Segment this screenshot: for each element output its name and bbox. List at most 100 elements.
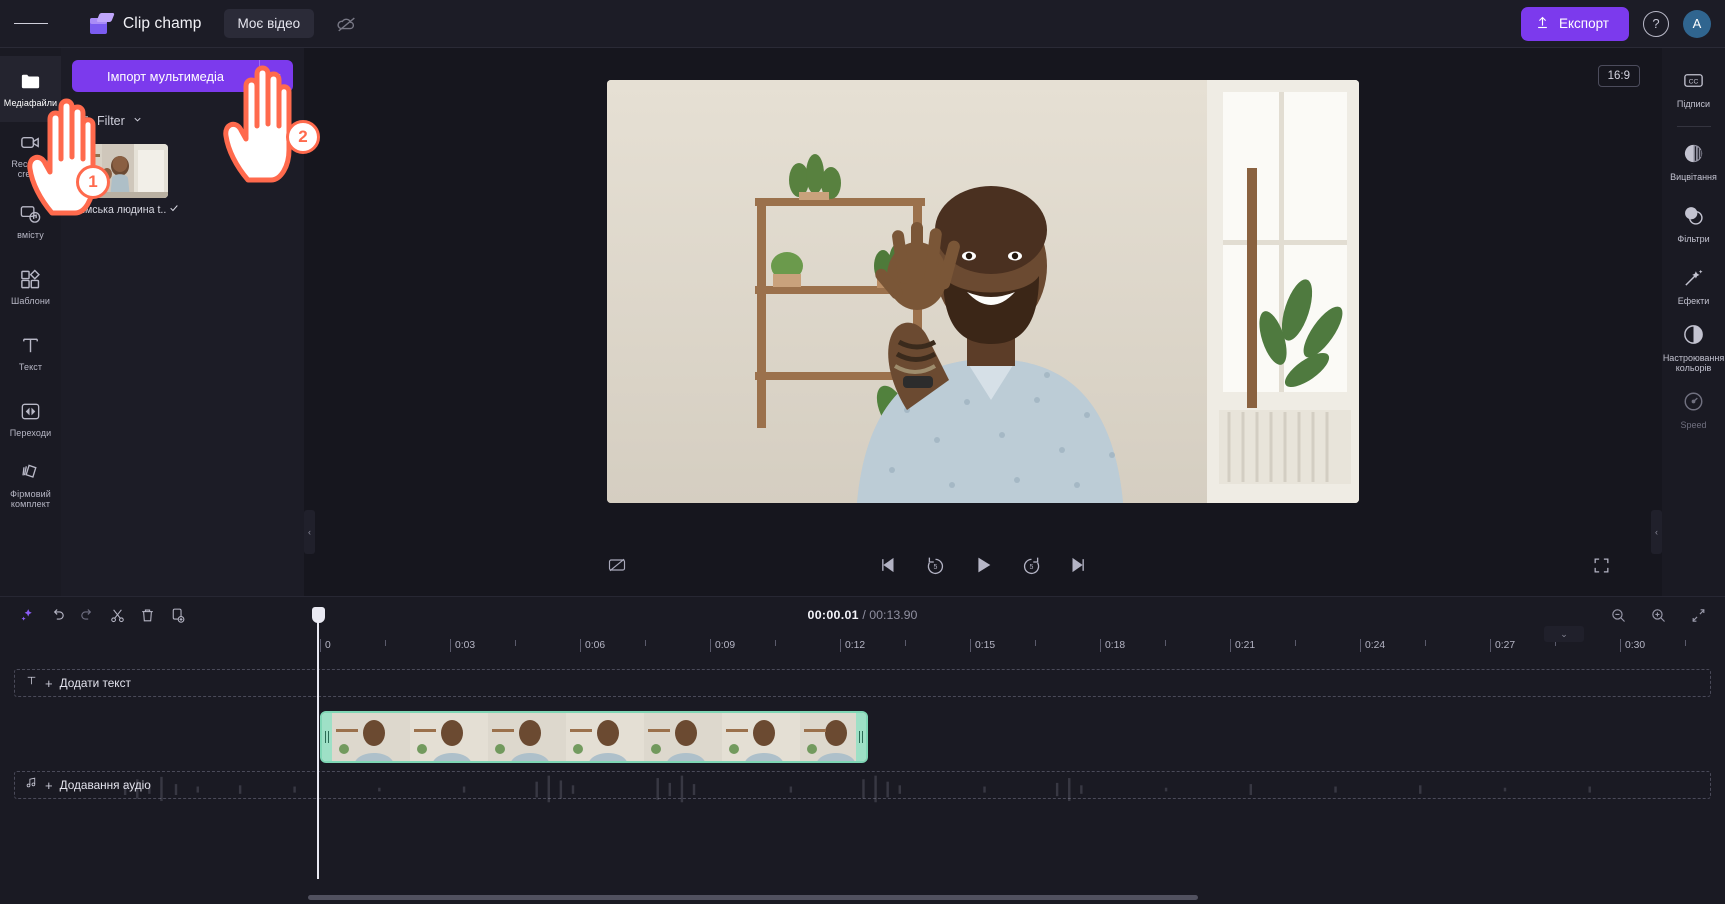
collapse-right-panel-button[interactable]: ‹: [1651, 510, 1662, 554]
project-name-button[interactable]: Моє відео: [223, 9, 315, 38]
templates-icon: [19, 268, 42, 291]
right-item-captions[interactable]: CC Підписи: [1662, 58, 1725, 120]
text-icon: [19, 334, 42, 357]
brand-logo-wrap: Clip champ: [88, 12, 202, 35]
sort-arrows-icon: [274, 112, 289, 130]
add-audio-track[interactable]: + Додавання аудіо: [14, 771, 1711, 803]
annotation-badge-1: 1: [76, 165, 110, 199]
sidebar-item-text[interactable]: Текст: [0, 320, 61, 386]
skip-to-end-icon[interactable]: [1066, 552, 1092, 578]
camera-icon: [19, 131, 42, 154]
captions-toggle-wrap: [604, 552, 630, 578]
collapse-left-panel-button[interactable]: ‹: [304, 510, 315, 554]
filter-icon: [76, 113, 90, 130]
skip-to-start-icon[interactable]: [874, 552, 900, 578]
media-thumbnail-name: Римська людина t..: [72, 203, 179, 216]
ruler-tick: [1620, 639, 1621, 652]
ruler-tick-minor: [905, 640, 906, 646]
ruler-tick-minor: [645, 640, 646, 646]
cloud-off-icon[interactable]: [332, 9, 362, 39]
timeline-scrollbar-thumb[interactable]: [308, 895, 1198, 900]
check-icon: [169, 203, 179, 216]
chevron-down-icon[interactable]: [259, 60, 293, 92]
clip-trim-handle-left[interactable]: [322, 713, 332, 761]
zoom-in-icon[interactable]: [1643, 600, 1673, 630]
fullscreen-icon[interactable]: [1588, 552, 1614, 578]
audio-track-icon: [25, 776, 38, 794]
playhead[interactable]: [317, 619, 319, 879]
redo-button[interactable]: [72, 600, 102, 630]
delete-button[interactable]: [132, 600, 162, 630]
ruler-tick-label: 0:09: [715, 640, 736, 651]
timeline-tracks: + Додати текст + Додавання аудіо: [0, 607, 1725, 892]
right-item-fade[interactable]: Вицвітання: [1662, 131, 1725, 193]
ruler-tick-label: 0:30: [1625, 640, 1646, 651]
sidebar-item-label: вмісту: [17, 229, 44, 240]
sidebar-item-label: Медіафайли: [3, 97, 58, 108]
captions-off-icon[interactable]: [604, 552, 630, 578]
playhead-knob[interactable]: [312, 607, 325, 623]
timeline-ruler[interactable]: 0 0:03 0:06 0:09 0:12 0:15 0:18 0:21 0:24 0:27 0:3…: [0, 633, 1725, 659]
ruler-tick: [840, 639, 841, 652]
upload-icon: [1535, 15, 1550, 33]
collapse-preview-button[interactable]: ⌄: [1544, 626, 1584, 642]
ruler-tick-label: 0:03: [455, 640, 476, 651]
forward-5-icon[interactable]: 5: [1018, 552, 1044, 578]
media-panel: Імпорт мультимедіа Filter Римська людина…: [61, 48, 304, 596]
sidebar-item-transitions[interactable]: Переходи: [0, 386, 61, 452]
sidebar-item-content-library[interactable]: вмісту: [0, 188, 61, 254]
add-text-track[interactable]: + Додати текст: [14, 669, 1711, 697]
ruler-tick-minor: [1425, 640, 1426, 646]
brand-kit-icon: [19, 461, 42, 484]
help-circle-icon[interactable]: ?: [1643, 10, 1669, 37]
right-item-effects[interactable]: Ефекти: [1662, 255, 1725, 317]
ruler-tick-minor: [1035, 640, 1036, 646]
right-item-label: Speed: [1680, 420, 1707, 430]
aspect-ratio-badge[interactable]: 16:9: [1597, 65, 1640, 87]
top-right-actions: Експорт ? A: [1520, 6, 1711, 41]
add-text-plus: +: [45, 675, 53, 691]
filter-label: Filter: [97, 114, 125, 128]
sidebar-item-label: Фірмовий комплект: [10, 488, 51, 509]
folder-icon: [19, 70, 42, 93]
ruler-tick: [450, 639, 451, 652]
right-item-label: Настроювання кольорів: [1662, 352, 1725, 374]
split-button[interactable]: [102, 600, 132, 630]
filters-icon: [1682, 204, 1705, 229]
import-media-button[interactable]: Імпорт мультимедіа: [72, 60, 259, 92]
duplicate-button[interactable]: [162, 600, 192, 630]
video-clip[interactable]: [320, 711, 868, 763]
right-item-color-adjust[interactable]: Настроювання кольорів: [1662, 317, 1725, 379]
sidebar-item-label: Record & create: [11, 158, 50, 179]
fit-to-screen-icon[interactable]: [1683, 600, 1713, 630]
ruler-tick-label: 0:12: [845, 640, 866, 651]
video-preview[interactable]: [607, 79, 1359, 503]
sidebar-item-label: Переходи: [9, 427, 52, 438]
sidebar-item-record-create[interactable]: Record & create: [0, 122, 61, 188]
rewind-5-icon[interactable]: 5: [922, 552, 948, 578]
right-item-label: Фільтри: [1677, 234, 1710, 244]
undo-button[interactable]: [42, 600, 72, 630]
sort-button[interactable]: [274, 112, 289, 130]
sidebar-item-label: Шаблони: [10, 295, 51, 306]
right-item-label: Підписи: [1676, 99, 1711, 109]
ruler-tick: [1230, 639, 1231, 652]
timeline-toolbar: 00:00.01 / 00:13.90: [0, 597, 1725, 633]
clip-trim-handle-right[interactable]: [856, 713, 866, 761]
add-audio-label: Додавання аудіо: [59, 778, 151, 792]
auto-compose-button[interactable]: [12, 600, 42, 630]
fullscreen-wrap: [1588, 552, 1614, 578]
sidebar-item-brand-kit[interactable]: Фірмовий комплект: [0, 452, 61, 518]
avatar[interactable]: A: [1683, 9, 1711, 38]
sidebar-item-media[interactable]: Медіафайли: [0, 56, 61, 122]
right-item-speed[interactable]: Speed: [1662, 379, 1725, 441]
fade-icon: [1682, 142, 1705, 167]
zoom-out-icon[interactable]: [1603, 600, 1633, 630]
hamburger-icon[interactable]: [14, 7, 48, 41]
export-button[interactable]: Експорт: [1520, 6, 1629, 41]
right-item-filters[interactable]: Фільтри: [1662, 193, 1725, 255]
filter-button[interactable]: Filter: [76, 113, 143, 130]
ruler-tick: [1490, 639, 1491, 652]
sidebar-item-templates[interactable]: Шаблони: [0, 254, 61, 320]
play-icon[interactable]: [970, 552, 996, 578]
